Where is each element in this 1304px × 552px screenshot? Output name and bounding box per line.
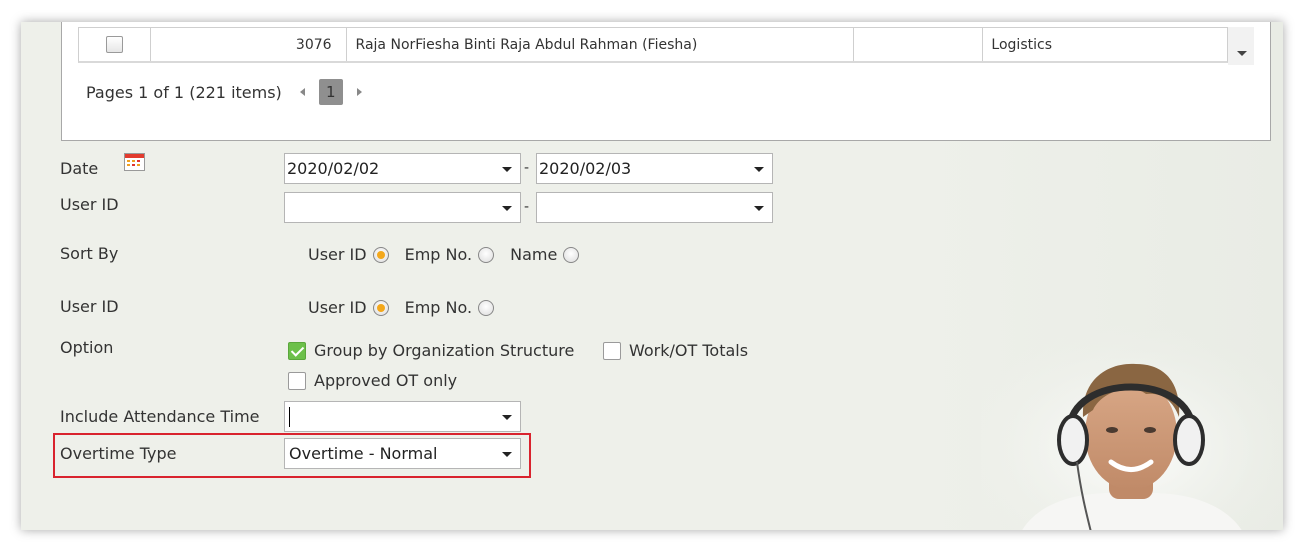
scroll-down-icon[interactable]: [1237, 51, 1247, 56]
calendar-icon[interactable]: [124, 153, 145, 171]
sort-by-radio-group: User ID Emp No. Name: [308, 245, 595, 264]
sort-name-radio[interactable]: [563, 246, 580, 263]
user-id-display-label: User ID: [60, 297, 119, 316]
user-id-separator: -: [524, 199, 530, 215]
sort-user-id-label: User ID: [308, 245, 367, 264]
include-attendance-time-select[interactable]: [284, 401, 521, 432]
work-ot-totals-label: Work/OT Totals: [629, 341, 749, 360]
group-by-org-option[interactable]: Group by Organization Structure: [288, 341, 574, 360]
date-from-value: 2020/02/02: [287, 159, 380, 178]
display-user-id-label: User ID: [308, 298, 367, 317]
sort-name-label: Name: [510, 245, 558, 264]
overtime-type-label: Overtime Type: [60, 444, 177, 463]
option-label: Option: [60, 338, 114, 357]
date-from-select[interactable]: 2020/02/02: [284, 153, 521, 184]
next-page-icon[interactable]: [356, 88, 362, 96]
work-ot-totals-checkbox[interactable]: [603, 341, 621, 360]
text-cursor: [289, 407, 290, 427]
pager: Pages 1 of 1 (221 items) 1: [86, 79, 362, 105]
date-to-value: 2020/02/03: [539, 159, 632, 178]
empty-cell: [854, 28, 984, 61]
display-emp-no-label: Emp No.: [404, 298, 473, 317]
user-id-from-select[interactable]: [284, 192, 521, 223]
table-row[interactable]: 3076 Raja NorFiesha Binti Raja Abdul Rah…: [78, 27, 1228, 63]
department-cell: Logistics: [991, 36, 1052, 53]
sort-by-label: Sort By: [60, 244, 119, 263]
chevron-down-icon: [754, 206, 764, 211]
date-to-select[interactable]: 2020/02/03: [536, 153, 773, 184]
approved-ot-only-option[interactable]: Approved OT only: [288, 371, 457, 390]
user-name-cell: Raja NorFiesha Binti Raja Abdul Rahman (…: [347, 28, 854, 61]
work-ot-totals-option[interactable]: Work/OT Totals: [603, 341, 748, 360]
prev-page-icon[interactable]: [299, 88, 305, 96]
approved-ot-only-checkbox[interactable]: [288, 371, 306, 390]
include-attendance-time-label: Include Attendance Time: [60, 407, 260, 426]
support-person-image: [981, 322, 1281, 530]
sort-emp-no-radio[interactable]: [478, 246, 495, 263]
page-button[interactable]: 1: [318, 79, 343, 105]
display-emp-no-radio[interactable]: [478, 299, 495, 316]
group-by-org-label: Group by Organization Structure: [314, 341, 575, 360]
sort-emp-no-label: Emp No.: [404, 245, 473, 264]
chevron-down-icon: [754, 167, 764, 172]
overtime-type-value: Overtime - Normal: [289, 444, 438, 463]
chevron-down-icon: [502, 415, 512, 420]
row-select-cell: [79, 28, 151, 61]
user-grid: 3076 Raja NorFiesha Binti Raja Abdul Rah…: [61, 22, 1271, 141]
chevron-down-icon: [502, 206, 512, 211]
user-id-cell: 3076: [151, 28, 347, 61]
chevron-down-icon: [502, 167, 512, 172]
report-panel: 3076 Raja NorFiesha Binti Raja Abdul Rah…: [21, 22, 1283, 530]
sort-user-id-radio[interactable]: [372, 246, 389, 263]
chevron-down-icon: [502, 452, 512, 457]
user-id-range-label: User ID: [60, 195, 119, 214]
overtime-type-select[interactable]: Overtime - Normal: [284, 438, 521, 469]
approved-ot-only-label: Approved OT only: [314, 371, 458, 390]
user-id-display-radio-group: User ID Emp No.: [308, 298, 510, 317]
date-label: Date: [60, 159, 99, 178]
group-by-org-checkbox[interactable]: [288, 341, 306, 360]
user-id-to-select[interactable]: [536, 192, 773, 223]
pager-summary: Pages 1 of 1 (221 items): [86, 82, 282, 102]
display-user-id-radio[interactable]: [372, 299, 389, 316]
row-checkbox[interactable]: [105, 36, 123, 53]
grid-scrollbar[interactable]: [1228, 27, 1254, 65]
date-separator: -: [524, 160, 530, 176]
